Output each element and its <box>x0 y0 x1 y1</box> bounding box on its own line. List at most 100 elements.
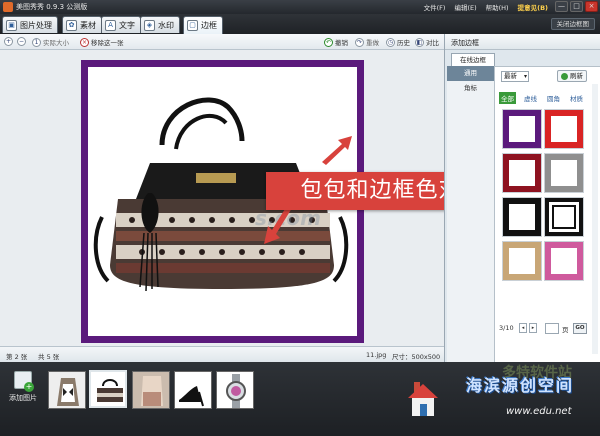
frame-thumb-red[interactable] <box>545 110 583 148</box>
thumbnail-1[interactable] <box>48 371 86 409</box>
redo-icon: ↷ <box>355 37 364 47</box>
thumbnail-3-image <box>133 372 169 408</box>
image-filmstrip: 添加图片 <box>0 362 600 436</box>
redo-button[interactable]: ↷ 重做 <box>355 37 379 47</box>
filter-all[interactable]: 全部 <box>499 92 516 104</box>
tab-text[interactable]: A 文字 <box>101 16 141 33</box>
frame-icon: ▢ <box>187 20 198 31</box>
frame-panel: 添加边框 在线边框 通用 角标 最新 刷新 全部 虚线 圆角 材质 <box>444 34 600 362</box>
tab-frame[interactable]: ▢ 边框 <box>183 16 223 34</box>
tab-label: 水印 <box>158 20 174 30</box>
page-indicator: 3/10 <box>499 324 514 332</box>
filter-dashed[interactable]: 虚线 <box>522 92 539 104</box>
frame-thumb-gray[interactable] <box>545 154 583 192</box>
menu-edit[interactable]: 编辑(E) <box>454 2 476 12</box>
minimize-button[interactable]: — <box>555 1 568 12</box>
image-size: 尺寸：500x500 <box>392 353 441 361</box>
tab-label: 图片处理 <box>20 20 52 30</box>
main-tab-bar: ▣ 图片处理 ✿ 素材 A 文字 ◈ 水印 ▢ 边框 关闭边框图 <box>0 14 600 34</box>
tab-image-process[interactable]: ▣ 图片处理 <box>2 16 58 33</box>
maximize-button[interactable]: □ <box>570 1 583 12</box>
watermark-icon: ◈ <box>144 19 155 31</box>
menu-bar: 文件(F) 编辑(E) 帮助(H) 提意见(B) <box>424 2 548 12</box>
window-controls: — □ × <box>555 1 598 12</box>
history-icon: ◷ <box>386 37 395 47</box>
arrow-up-right-icon <box>322 136 352 165</box>
zoom-in-button[interactable]: + <box>4 37 13 46</box>
refresh-button[interactable]: 刷新 <box>557 70 587 82</box>
frame-thumb-wood[interactable] <box>503 242 541 280</box>
panel-scrollbar[interactable] <box>592 84 598 354</box>
page-input[interactable] <box>545 323 559 334</box>
frame-thumb-black[interactable] <box>503 198 541 236</box>
image-total: 共 5 张 <box>38 353 60 361</box>
actual-size-button[interactable]: 1 实际大小 <box>32 37 69 47</box>
frame-thumb-dark-red[interactable] <box>503 154 541 192</box>
close-button[interactable]: × <box>585 1 598 12</box>
actual-size-icon: 1 <box>32 37 41 47</box>
undo-icon: ↶ <box>324 37 333 47</box>
remove-icon: × <box>80 37 89 47</box>
filter-rounded[interactable]: 圆角 <box>545 92 562 104</box>
actual-size-label: 实际大小 <box>43 39 69 47</box>
thumbnail-2-selected[interactable] <box>89 370 127 408</box>
menu-file[interactable]: 文件(F) <box>424 2 446 12</box>
text-icon: A <box>105 19 116 31</box>
remove-one-label: 移除这一张 <box>91 39 124 47</box>
thumbnail-3[interactable] <box>132 371 170 409</box>
tab-label: 边框 <box>201 21 217 30</box>
thumbnail-2-image <box>91 372 125 406</box>
add-image-label: 添加图片 <box>9 394 37 402</box>
site-logo: 海滨源创空间 <box>466 376 575 395</box>
category-list: 通用 角标 <box>447 66 495 362</box>
material-icon: ✿ <box>66 19 77 31</box>
history-button[interactable]: ◷ 历史 <box>386 37 410 47</box>
canvas-toolbar: + − 1 实际大小 × 移除这一张 ↶ 撤销 ↷ 重做 ◷ 历史 ◧ 对比 <box>0 34 444 50</box>
category-corner[interactable]: 角标 <box>447 81 494 96</box>
undo-button[interactable]: ↶ 撤销 <box>324 37 348 47</box>
zoom-in-icon: + <box>4 37 13 46</box>
refresh-icon <box>561 72 568 80</box>
zoom-out-icon: − <box>17 37 26 46</box>
app-logo-icon <box>3 2 13 12</box>
tab-watermark[interactable]: ◈ 水印 <box>140 16 180 33</box>
zoom-out-button[interactable]: − <box>17 37 26 46</box>
menu-feedback[interactable]: 提意见(B) <box>518 2 548 12</box>
tab-label: 文字 <box>119 20 135 30</box>
frame-thumb-pink[interactable] <box>545 242 583 280</box>
page-unit: 页 <box>562 326 569 334</box>
status-bar: 第 2 张 共 5 张 11.jpg 尺寸：500x500 <box>0 346 444 362</box>
tab-online-frames[interactable]: 在线边框 <box>451 53 495 66</box>
editing-canvas: s.com 包包和边框色对比 <box>0 50 519 346</box>
site-url: www.edu.net <box>506 406 572 417</box>
frame-thumb-purple[interactable] <box>503 110 541 148</box>
home-icon <box>408 382 438 416</box>
thumbnail-1-image <box>49 372 85 408</box>
filter-texture[interactable]: 材质 <box>568 92 585 104</box>
compare-label: 对比 <box>426 39 439 47</box>
tab-label: 素材 <box>80 20 96 30</box>
go-button[interactable]: GO <box>573 323 587 334</box>
history-label: 历史 <box>397 39 410 47</box>
next-page-button[interactable]: ▸ <box>529 323 537 333</box>
thumbnail-5[interactable] <box>216 371 254 409</box>
frame-thumb-black-double[interactable] <box>545 198 583 236</box>
undo-label: 撤销 <box>335 39 348 47</box>
remove-one-button[interactable]: × 移除这一张 <box>80 37 124 47</box>
image-process-icon: ▣ <box>6 19 17 31</box>
redo-label: 重做 <box>366 39 379 47</box>
prev-page-button[interactable]: ◂ <box>519 323 527 333</box>
menu-help[interactable]: 帮助(H) <box>486 2 509 12</box>
tab-material[interactable]: ✿ 素材 <box>62 16 102 33</box>
add-image-button[interactable]: 添加图片 <box>4 371 42 413</box>
category-general[interactable]: 通用 <box>447 66 494 81</box>
close-frame-panel-button[interactable]: 关闭边框图 <box>550 18 595 30</box>
pagination: 3/10 ◂ ▸ 页 GO <box>499 323 599 336</box>
sort-select[interactable]: 最新 <box>501 71 529 82</box>
title-bar: 美图秀秀 0.9.3 公测版 文件(F) 编辑(E) 帮助(H) 提意见(B) … <box>0 0 600 14</box>
thumbnail-5-image <box>217 372 253 408</box>
compare-button[interactable]: ◧ 对比 <box>415 37 439 47</box>
thumbnail-4[interactable] <box>174 371 212 409</box>
refresh-label: 刷新 <box>570 72 583 80</box>
image-index: 第 2 张 <box>6 353 28 361</box>
